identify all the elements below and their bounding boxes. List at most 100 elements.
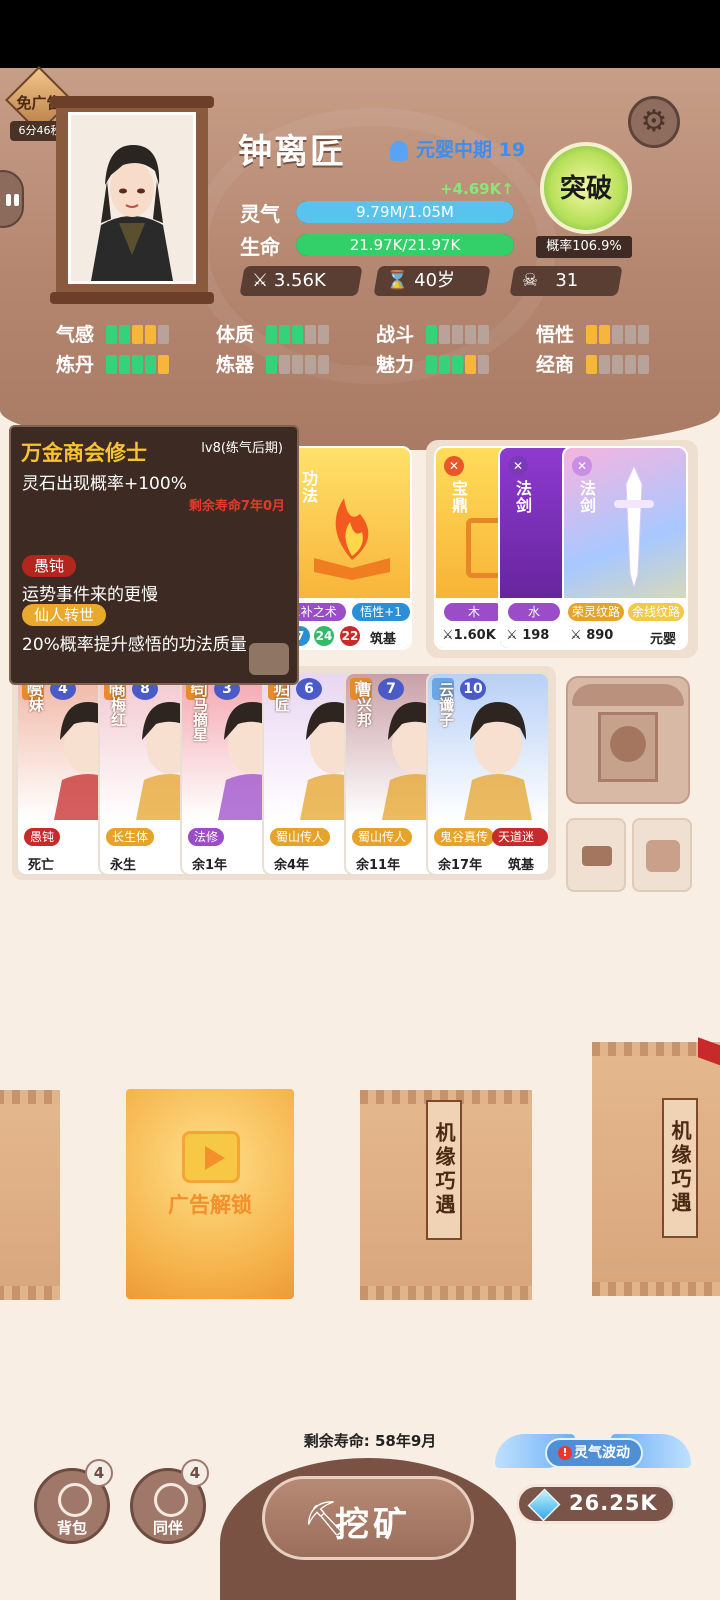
swords-icon: ⚔: [252, 270, 269, 291]
attribute-pip: [439, 325, 450, 344]
tooltip-title: 万金商会修士: [21, 441, 147, 465]
life-bar: 21.97K/21.97K: [296, 234, 514, 256]
play-video-icon: [182, 1131, 240, 1183]
kills-stat: ☠ 31: [509, 266, 623, 296]
attribute-pip: [426, 325, 437, 344]
companion-trait-2: 天道迷惘: [492, 828, 548, 862]
attribute-pip: [279, 355, 290, 374]
weapon-icon: ✕: [572, 456, 592, 476]
attribute-pip: [305, 355, 316, 374]
companion-trait: 鬼谷真传: [434, 828, 495, 846]
attribute-label: 战斗: [376, 324, 415, 346]
companion-card[interactable]: 10 云谶子 鬼谷真传 天道迷惘 余17年 筑基: [426, 672, 550, 876]
companion-life: 永生: [110, 858, 137, 873]
companion-trait: 愚钝: [24, 828, 61, 846]
status-bar-area: [0, 0, 720, 68]
shrine-building[interactable]: [566, 676, 690, 804]
attribute-pip: [279, 325, 290, 344]
scroll-button[interactable]: [632, 818, 692, 892]
attribute-label: 魅力: [376, 354, 415, 376]
attribute-pip: [158, 325, 169, 344]
attribute-4: 炼丹: [56, 350, 171, 377]
scroll-icon[interactable]: [249, 643, 289, 675]
bag-icon: [58, 1483, 92, 1517]
qi-value: 9.79M/1.05M: [356, 203, 454, 221]
skill-bonus-pill: 悟性+1: [352, 603, 410, 621]
fortune-pack-left[interactable]: [0, 1090, 60, 1300]
attribute-pip: [106, 325, 117, 344]
age-stat: ⌛ 40岁: [373, 266, 491, 296]
gem-icon: [527, 1488, 561, 1522]
mine-dais: ⛏ 挖矿: [220, 1458, 516, 1600]
attribute-3: 悟性: [536, 320, 651, 347]
attribute-pip: [478, 355, 489, 374]
partner-button[interactable]: 同伴 4: [130, 1459, 209, 1544]
item-power: ⚔1.60K: [442, 628, 496, 643]
weapon-icon: ✕: [444, 456, 464, 476]
attribute-pip: [145, 355, 156, 374]
companion-name: 赏妹: [27, 682, 45, 712]
fortune-pack-1[interactable]: 机缘巧遇: [360, 1090, 532, 1300]
npc-tooltip: 万金商会修士 lv8(练气后期) 灵石出现概率+100% 剩余寿命7年0月 愚钝…: [9, 425, 299, 685]
fortune-pack-2[interactable]: 机缘巧遇: [592, 1037, 720, 1296]
trait-badge-1: 愚钝: [22, 555, 77, 577]
storage-button[interactable]: [566, 818, 626, 892]
skill-card[interactable]: 功法 ...补之术 悟性+1 7 24 22 筑基: [284, 446, 412, 650]
scroll-icon: [646, 840, 680, 872]
gem-counter[interactable]: 26.25K: [516, 1484, 676, 1524]
item-power: ⚔ 890: [570, 628, 614, 643]
attribute-pip: [638, 325, 649, 344]
attribute-7: 经商: [536, 350, 651, 377]
attribute-pip: [612, 355, 623, 374]
attribute-pip: [266, 325, 277, 344]
alert-icon: !: [558, 1446, 572, 1460]
attribute-0: 气感: [56, 320, 171, 347]
attribute-label: 炼丹: [56, 354, 95, 376]
trait-desc-1: 运势事件来的更慢: [22, 585, 158, 605]
companion-trait: 蜀山传人: [352, 828, 413, 846]
companion-level: 7: [378, 678, 404, 700]
attribute-pip: [132, 325, 143, 344]
item-element: 水: [508, 603, 560, 621]
attribute-pip: [586, 355, 597, 374]
trait-desc-2: 20%概率提升感悟的功法质量: [22, 635, 247, 655]
attribute-pip: [612, 325, 623, 344]
bag-button[interactable]: 背包 4: [34, 1459, 113, 1544]
realm-person-icon: [390, 140, 408, 161]
hero-portrait-scroll[interactable]: [50, 96, 214, 304]
companion-rank: 筑基: [508, 858, 535, 873]
attribute-pip: [426, 355, 437, 374]
attribute-pip: [599, 355, 610, 374]
fire-book-icon: [314, 498, 390, 580]
life-label: 生命: [240, 235, 280, 259]
power-stat: ⚔ 3.56K: [239, 266, 363, 296]
attribute-pip: [586, 325, 597, 344]
attribute-pip: [119, 325, 130, 344]
attribute-pip: [145, 325, 156, 344]
realm-label: 元婴中期 19: [390, 135, 525, 162]
mine-button[interactable]: ⛏ 挖矿: [262, 1476, 474, 1560]
qi-wave-button[interactable]: ! 灵气波动: [495, 1428, 691, 1476]
item-element: 木: [444, 603, 504, 621]
ad-unlock-pack[interactable]: 广告解锁: [126, 1089, 294, 1299]
companion-trait: 法修: [188, 828, 225, 846]
tooltip-effect: 灵石出现概率+100%: [22, 474, 187, 494]
attribute-pip: [638, 355, 649, 374]
companion-trait: 蜀山传人: [270, 828, 331, 846]
attribute-6: 魅力: [376, 350, 491, 377]
fortune-seal-2: 机缘巧遇: [662, 1098, 698, 1238]
bag-count: 4: [85, 1459, 113, 1487]
attribute-label: 炼器: [216, 354, 255, 376]
ad-unlock-label: 广告解锁: [168, 1193, 252, 1217]
item-card-sword-rainbow[interactable]: ✕ 法剑 荣灵纹路 余线纹路 ⚔ 890 元婴: [562, 446, 688, 650]
breakthrough-button[interactable]: 突破: [540, 142, 632, 234]
companion-name: 商梅红: [109, 682, 127, 727]
pause-icon: [6, 194, 11, 206]
qi-label: 灵气: [240, 202, 280, 226]
companion-life: 余17年: [438, 858, 483, 873]
item-pattern-1: 荣灵纹路: [568, 603, 624, 621]
attribute-pip: [478, 325, 489, 344]
weapon-icon: ✕: [508, 456, 528, 476]
attribute-pip: [132, 355, 143, 374]
settings-gear-icon[interactable]: ⚙: [628, 96, 680, 148]
